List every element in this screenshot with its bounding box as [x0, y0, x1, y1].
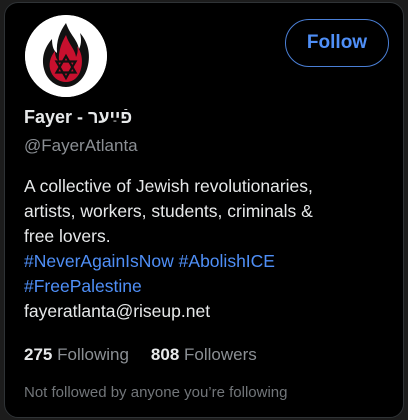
display-name[interactable]: Fayer - פֿײַער: [24, 107, 132, 128]
followers-count: 808: [150, 345, 180, 364]
profile-bio: A collective of Jewish revolutionaries, …: [24, 174, 396, 324]
hashtag-link[interactable]: #FreePalestine: [24, 276, 142, 296]
bio-email: fayeratlanta@riseup.net: [24, 301, 211, 321]
bio-hashtag-line: #NeverAgainIsNow #AbolishICE: [24, 249, 396, 274]
followers-label: Followers: [184, 345, 257, 364]
bio-text-line: A collective of Jewish revolutionaries,: [24, 176, 313, 196]
bio-text-line: free lovers.: [24, 226, 111, 246]
profile-hover-card: Follow Fayer - פֿײַער @FayerAtlanta A co…: [4, 2, 404, 418]
user-handle[interactable]: @FayerAtlanta: [24, 136, 138, 156]
mutual-followers-note: Not followed by anyone you’re following: [24, 384, 288, 401]
follow-stats: 275 Following 808 Followers: [24, 345, 257, 365]
avatar[interactable]: [25, 15, 107, 97]
follow-button[interactable]: Follow: [285, 19, 389, 67]
followers-stat[interactable]: 808 Followers: [151, 345, 257, 364]
hashtag-link[interactable]: #AbolishICE: [179, 251, 275, 271]
following-count: 275: [24, 345, 53, 364]
following-label: Following: [57, 345, 129, 364]
hashtag-link[interactable]: #NeverAgainIsNow: [24, 251, 174, 271]
flame-star-logo-icon: [25, 15, 107, 97]
bio-hashtag-line: #FreePalestine: [24, 274, 396, 299]
following-stat[interactable]: 275 Following: [24, 345, 129, 364]
bio-text-line: artists, workers, students, criminals &: [24, 201, 313, 221]
